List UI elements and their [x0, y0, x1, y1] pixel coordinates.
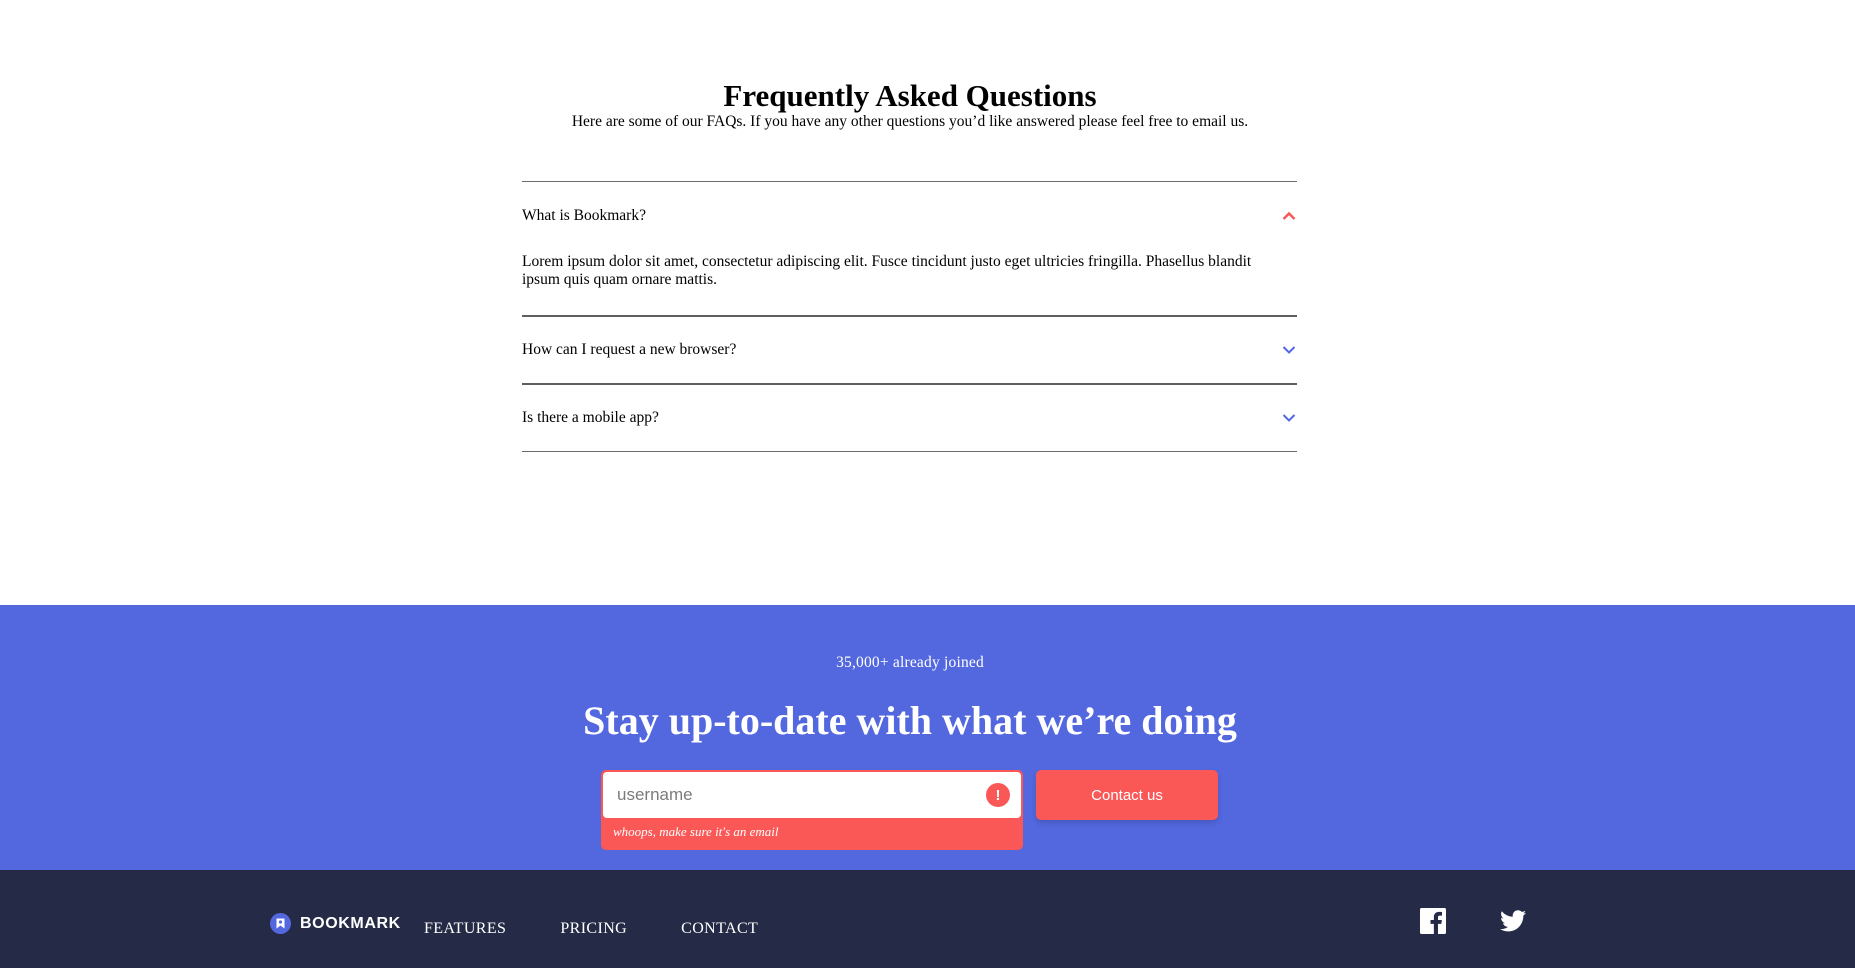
faq-question-toggle[interactable]: How can I request a new browser?: [522, 317, 1297, 383]
email-field-wrapper: ! whoops, make sure it's an email: [601, 770, 1023, 850]
faq-subtitle: Here are some of our FAQs. If you have a…: [571, 113, 1249, 130]
faq-item-new-browser: How can I request a new browser?: [522, 317, 1297, 385]
faq-item-what-is-bookmark: What is Bookmark? Lorem ipsum dolor sit …: [522, 182, 1297, 317]
faq-question-toggle[interactable]: What is Bookmark?: [522, 182, 1297, 250]
error-icon: !: [986, 783, 1010, 807]
twitter-icon[interactable]: [1500, 910, 1526, 937]
nav-link-features[interactable]: FEATURES: [424, 920, 506, 938]
faq-question-text: How can I request a new browser?: [522, 341, 737, 358]
nav-link-contact[interactable]: CONTACT: [681, 920, 758, 938]
faq-answer: Lorem ipsum dolor sit amet, consectetur …: [522, 253, 1252, 288]
faq-question-toggle[interactable]: Is there a mobile app?: [522, 385, 1297, 451]
social-links: [1420, 908, 1526, 939]
chevron-down-icon[interactable]: [1281, 410, 1297, 426]
faq-section: Frequently Asked Questions Here are some…: [0, 0, 1855, 605]
footer-nav: FEATURES PRICING CONTACT: [424, 920, 758, 938]
bookmark-logo-icon: [270, 913, 291, 934]
footer-logo[interactable]: BOOKMARK: [270, 913, 401, 934]
joined-count: 35,000+ already joined: [836, 654, 984, 671]
contact-us-button[interactable]: Contact us: [1036, 770, 1218, 820]
faq-question-text: Is there a mobile app?: [522, 409, 659, 426]
faq-item-mobile-app: Is there a mobile app?: [522, 385, 1297, 452]
faq-question-text: What is Bookmark?: [522, 207, 646, 224]
facebook-icon[interactable]: [1420, 908, 1446, 939]
chevron-up-icon[interactable]: [1281, 208, 1297, 224]
newsletter-section: 35,000+ already joined Stay up-to-date w…: [0, 605, 1855, 870]
email-field[interactable]: [603, 772, 1021, 818]
chevron-down-icon[interactable]: [1281, 342, 1297, 358]
logo-text: BOOKMARK: [300, 914, 401, 932]
faq-list: What is Bookmark? Lorem ipsum dolor sit …: [522, 181, 1297, 452]
nav-link-pricing[interactable]: PRICING: [560, 920, 627, 938]
footer: BOOKMARK FEATURES PRICING CONTACT: [0, 870, 1855, 968]
faq-title: Frequently Asked Questions: [723, 78, 1097, 113]
error-message: whoops, make sure it's an email: [613, 824, 779, 839]
newsletter-title: Stay up-to-date with what we’re doing: [583, 698, 1237, 743]
